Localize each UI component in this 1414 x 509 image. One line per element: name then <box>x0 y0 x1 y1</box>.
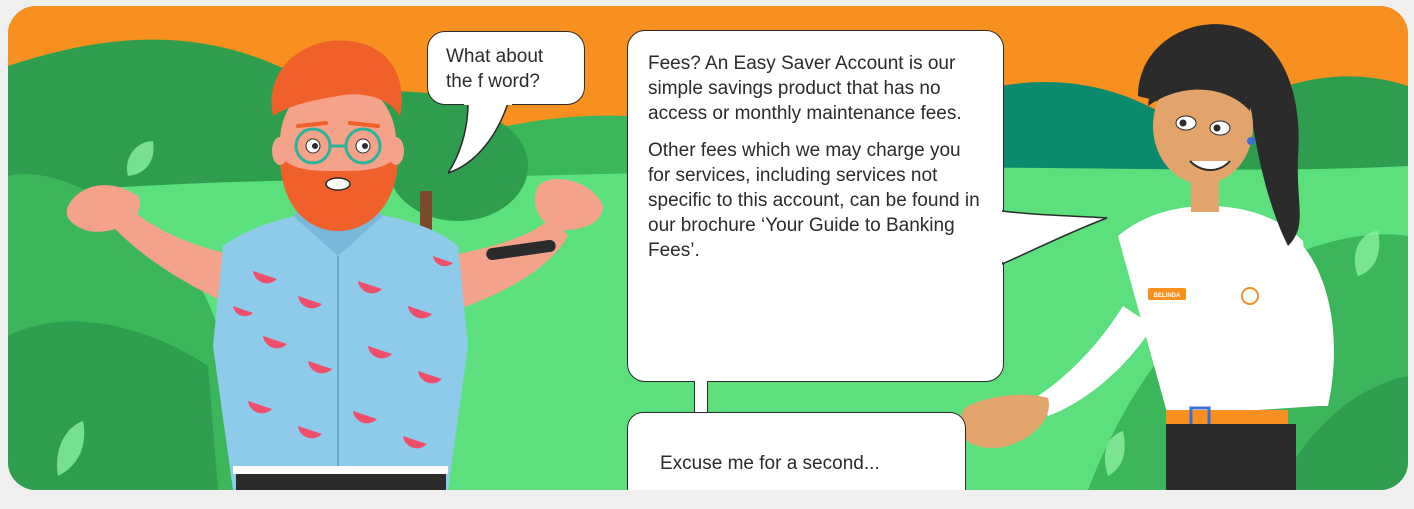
man-speech-text: What about the f word? <box>446 46 544 92</box>
man-ear-right <box>388 137 404 165</box>
man-pupil-right <box>362 143 368 149</box>
comic-scene: BELINDA What about the f word? Fees? An … <box>8 6 1408 490</box>
woman-aside-text: Excuse me for a second... <box>660 453 880 474</box>
woman-aside-bubble: Excuse me for a second... <box>627 412 966 490</box>
woman-speech-bubble: Fees? An Easy Saver Account is our simpl… <box>627 30 1004 382</box>
woman-trousers <box>1166 424 1296 490</box>
woman-speech-paragraph-2: Other fees which we may charge you for s… <box>648 140 980 261</box>
bubble-connector <box>694 381 708 414</box>
man-mouth <box>325 177 351 191</box>
woman-pupil-right <box>1213 124 1221 132</box>
woman-pupil-left <box>1179 119 1187 127</box>
man-ear-left <box>272 137 288 165</box>
man-belt <box>233 466 448 474</box>
man-speech-bubble: What about the f word? <box>427 31 585 105</box>
woman-belt <box>1166 410 1288 424</box>
man-pupil-left <box>312 143 318 149</box>
woman-name-badge-text: BELINDA <box>1154 293 1181 299</box>
man-trousers <box>236 474 446 490</box>
woman-speech-paragraph-1: Fees? An Easy Saver Account is our simpl… <box>648 53 962 124</box>
man-bubble-tail <box>448 103 512 174</box>
woman-earring <box>1247 137 1255 145</box>
woman-bubble-tail <box>1002 210 1108 265</box>
